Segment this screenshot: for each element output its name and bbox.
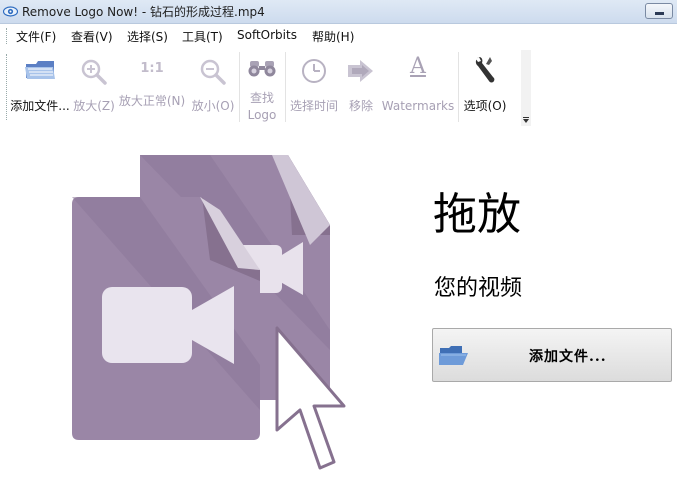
zoom-normal-label: 放大正常(N) (118, 94, 186, 108)
find-logo-button[interactable]: 查找 Logo (242, 46, 282, 128)
menu-select[interactable]: 选择(S) (127, 28, 168, 45)
add-file-big-button[interactable]: 添加文件... (432, 328, 672, 382)
select-time-label: 选择时间 (289, 99, 338, 113)
minimize-icon (655, 12, 664, 15)
zoom-out-icon (200, 59, 226, 85)
find-logo-label-2: Logo (247, 108, 277, 122)
add-file-big-label: 添加文件... (529, 349, 607, 365)
overflow-line (523, 117, 529, 118)
toolbar-separator (239, 52, 240, 122)
toolbar-grip (6, 54, 7, 120)
title-bar: Remove Logo Now! - 钻石的形成过程.mp4 (0, 0, 677, 24)
menu-help[interactable]: 帮助(H) (312, 28, 354, 45)
toolbar-overflow-button[interactable] (521, 50, 531, 126)
clock-icon (302, 59, 326, 83)
menu-tools[interactable]: 工具(T) (182, 28, 223, 45)
menu-file[interactable]: 文件(F) (16, 28, 56, 45)
chevron-down-icon (523, 119, 529, 123)
zoom-out-label: 放小(O) (191, 99, 235, 113)
window-title: Remove Logo Now! - 钻石的形成过程.mp4 (22, 5, 265, 19)
options-label: 选项(O) (463, 99, 507, 113)
folder-open-icon (439, 346, 468, 365)
one-to-one-icon: 1:1 (140, 61, 164, 76)
zoom-in-button[interactable]: 放大(Z) (72, 46, 116, 128)
watermarks-label: Watermarks (381, 99, 455, 113)
minimize-button[interactable] (645, 3, 673, 19)
zoom-normal-button[interactable]: 1:1 放大正常(N) (116, 46, 188, 128)
menu-softorbits[interactable]: SoftOrbits (237, 28, 297, 42)
remove-button[interactable]: 移除 (342, 46, 380, 128)
toolbar: 添加文件... 放大(Z) 1:1 放大正常(N) 放小(O) 查找 Logo … (0, 46, 531, 128)
drop-subtitle: 您的视频 (434, 276, 523, 301)
folder-blue-icon (25, 61, 55, 79)
toolbar-separator (285, 52, 286, 122)
select-time-button[interactable]: 选择时间 (288, 46, 340, 128)
binoculars-icon (248, 61, 276, 77)
watermarks-button[interactable]: A Watermarks (380, 46, 456, 128)
find-logo-label-1: 查找 (249, 91, 274, 105)
zoom-in-label: 放大(Z) (73, 99, 115, 113)
letter-a-icon: A (410, 54, 426, 79)
app-eye-icon (3, 6, 18, 17)
wrench-icon (475, 57, 495, 83)
menu-view[interactable]: 查看(V) (71, 28, 113, 45)
zoom-out-button[interactable]: 放小(O) (190, 46, 236, 128)
video-files-illustration (72, 155, 346, 470)
remove-label: 移除 (348, 99, 373, 113)
add-file-label: 添加文件... (10, 99, 70, 113)
options-button[interactable]: 选项(O) (461, 46, 509, 128)
arrow-right-icon (348, 60, 373, 82)
menu-grip (6, 28, 9, 44)
add-file-button[interactable]: 添加文件... (8, 46, 72, 128)
zoom-in-icon (81, 59, 107, 85)
drop-title: 拖放 (433, 189, 521, 240)
toolbar-separator (458, 52, 459, 122)
